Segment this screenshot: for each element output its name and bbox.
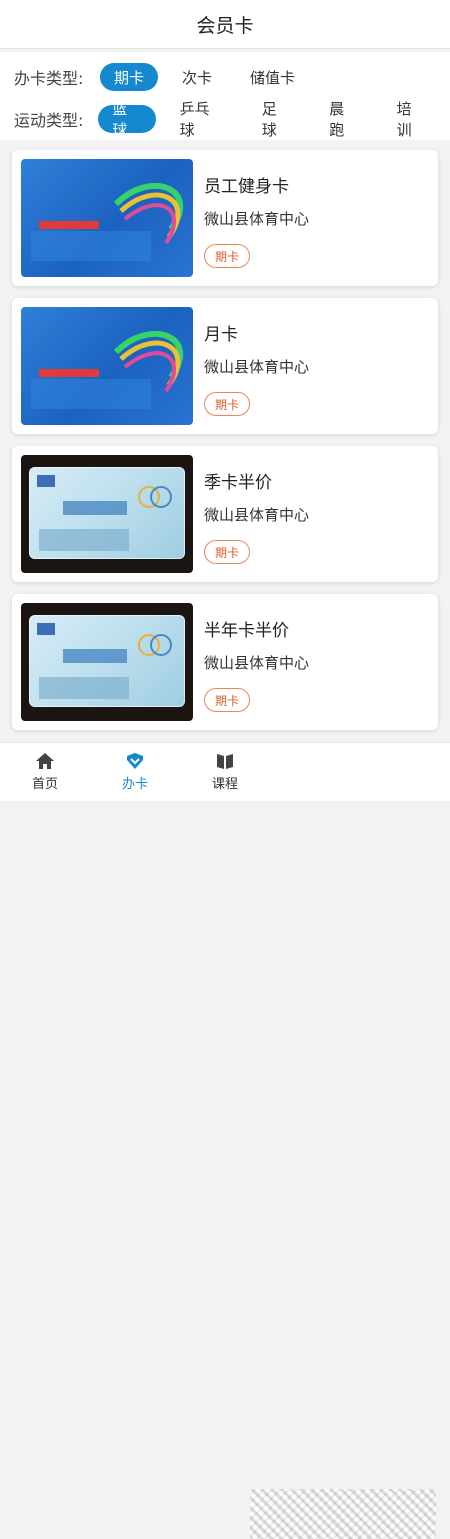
bottom-tab-bar: 首页 办卡 课程 [0, 742, 450, 1539]
tab-home[interactable]: 首页 [0, 743, 90, 801]
sport-type-label: 运动类型: [14, 111, 84, 130]
card-image [21, 603, 193, 721]
tab-label: 办卡 [121, 777, 148, 792]
sport-option-morning-run[interactable]: 晨跑 [315, 100, 372, 139]
card-title: 月卡 [204, 325, 238, 345]
card-title: 季卡半价 [204, 473, 272, 493]
membership-card-item[interactable]: 员工健身卡 微山县体育中心 期卡 [12, 150, 438, 286]
obscured-tab-area [250, 1489, 436, 1539]
filter-panel: 办卡类型: 期卡 次卡 储值卡 运动类型: 篮球 乒乓球 足球 晨跑 培训 [0, 52, 450, 140]
sport-type-filter: 运动类型: 篮球 乒乓球 足球 晨跑 培训 [14, 100, 450, 139]
card-image [21, 159, 193, 277]
home-icon [36, 753, 54, 769]
sports-banner-graphic [31, 331, 184, 409]
card-type-option-stored-value[interactable]: 储值卡 [236, 63, 309, 91]
card-type-badge: 期卡 [204, 688, 251, 712]
card-type-option-period[interactable]: 期卡 [100, 63, 159, 91]
card-title: 员工健身卡 [204, 177, 289, 197]
card-type-label: 办卡类型: [14, 69, 84, 88]
membership-card-item[interactable]: 季卡半价 微山县体育中心 期卡 [12, 446, 438, 582]
card-icon [127, 753, 143, 769]
membership-card-item[interactable]: 半年卡半价 微山县体育中心 期卡 [12, 594, 438, 730]
page-title: 会员卡 [196, 14, 254, 37]
card-type-option-times[interactable]: 次卡 [168, 63, 226, 91]
card-venue: 微山县体育中心 [204, 506, 310, 524]
sport-option-football[interactable]: 足球 [248, 100, 305, 139]
card-type-filter: 办卡类型: 期卡 次卡 储值卡 [14, 62, 319, 92]
card-type-badge: 期卡 [204, 392, 251, 416]
membership-card-item[interactable]: 月卡 微山县体育中心 期卡 [12, 298, 438, 434]
page-header: 会员卡 [0, 0, 450, 49]
card-venue: 微山县体育中心 [204, 358, 310, 376]
book-icon [217, 754, 233, 769]
tab-course[interactable]: 课程 [180, 743, 270, 801]
card-venue: 微山县体育中心 [204, 654, 310, 672]
card-venue: 微山县体育中心 [204, 210, 310, 228]
gym-card-photo [29, 467, 185, 559]
sport-option-training[interactable]: 培训 [383, 100, 440, 139]
card-type-badge: 期卡 [204, 244, 251, 268]
sports-banner-graphic [31, 183, 184, 261]
sport-option-basketball[interactable]: 篮球 [98, 100, 156, 139]
sport-option-table-tennis[interactable]: 乒乓球 [166, 100, 238, 139]
gym-card-photo [29, 615, 185, 707]
gym-card-graphic [37, 475, 172, 551]
card-image [21, 455, 193, 573]
card-title: 半年卡半价 [204, 621, 289, 641]
tab-label: 课程 [211, 777, 238, 792]
gym-card-graphic [37, 623, 172, 699]
card-type-badge: 期卡 [204, 540, 251, 564]
tab-label: 首页 [31, 777, 58, 792]
tab-card[interactable]: 办卡 [90, 743, 180, 801]
card-image [21, 307, 193, 425]
